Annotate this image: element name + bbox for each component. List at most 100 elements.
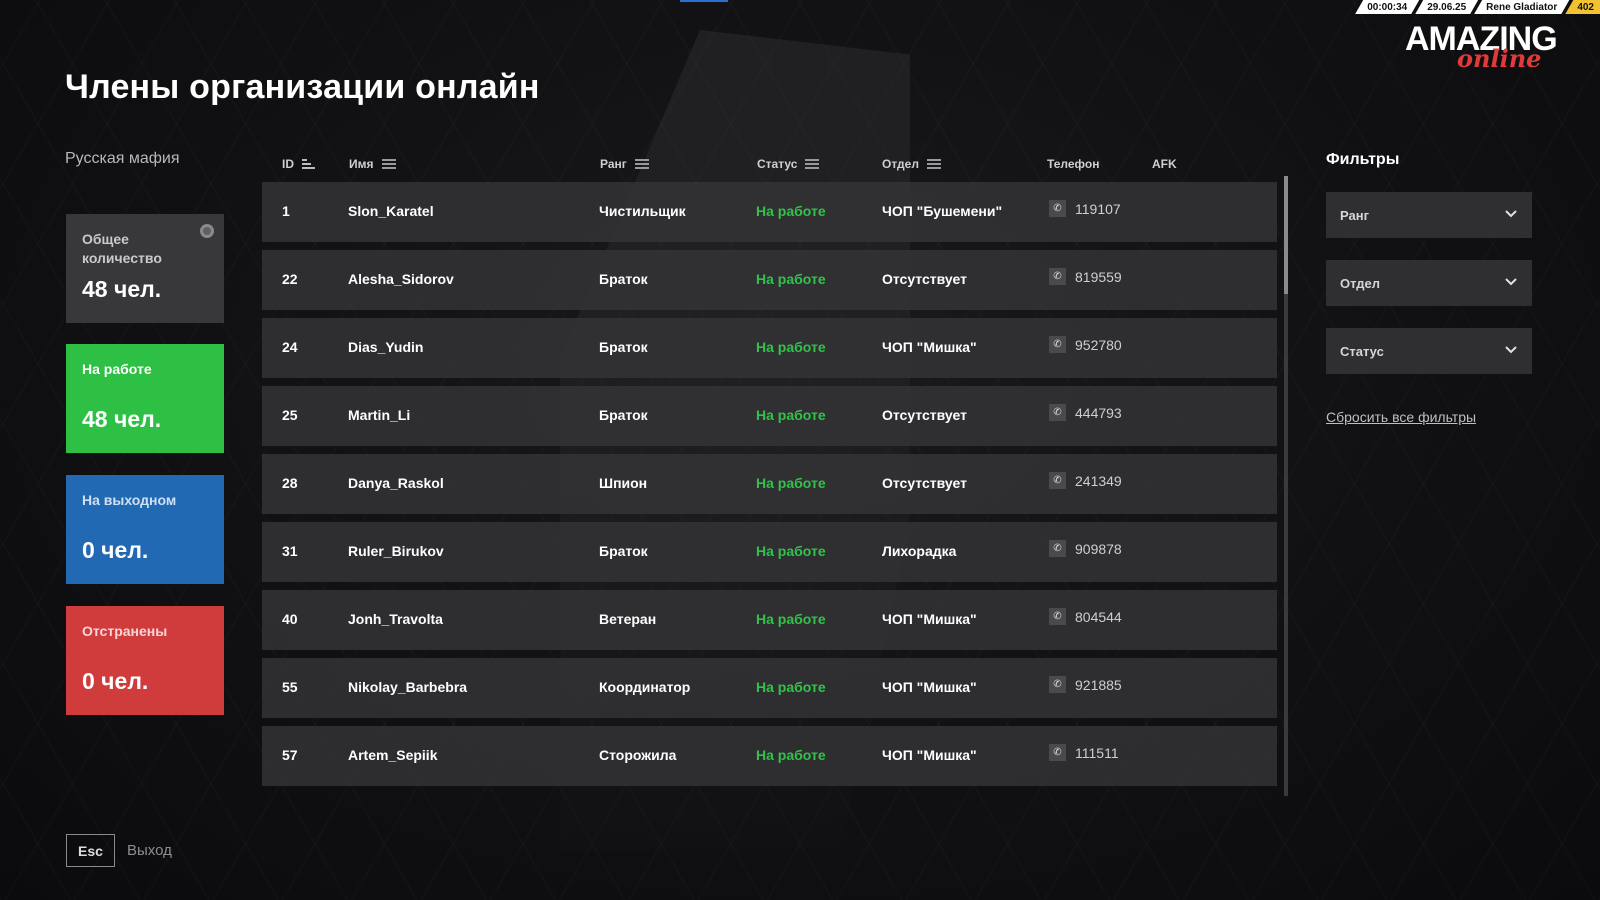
- table-row[interactable]: 24 Dias_Yudin Браток На работе ЧОП "Мишк…: [262, 318, 1277, 378]
- exit-label[interactable]: Выход: [127, 842, 172, 859]
- column-header-dept[interactable]: Отдел: [882, 157, 941, 171]
- column-afk-label: AFK: [1152, 157, 1177, 171]
- member-rank: Браток: [599, 339, 648, 355]
- member-status: На работе: [756, 747, 826, 763]
- member-phone: ✆ 909878: [1049, 540, 1122, 557]
- phone-number: 241349: [1075, 472, 1122, 489]
- member-dept: ЧОП "Мишка": [882, 339, 977, 355]
- member-dept: ЧОП "Мишка": [882, 679, 977, 695]
- stat-card-suspended[interactable]: Отстранены 0 чел.: [66, 606, 224, 715]
- member-name: Jonh_Travolta: [348, 611, 443, 627]
- member-phone: ✆ 819559: [1049, 268, 1122, 285]
- column-header-status[interactable]: Статус: [757, 157, 820, 171]
- logo-sub-text: online: [1457, 44, 1542, 73]
- member-name: Nikolay_Barbebra: [348, 679, 468, 695]
- member-name: Martin_Li: [348, 407, 411, 423]
- member-phone: ✆ 241349: [1049, 472, 1122, 489]
- chevron-down-icon: [1505, 278, 1517, 286]
- member-status: На работе: [756, 407, 826, 423]
- member-name: Dias_Yudin: [348, 339, 424, 355]
- column-dept-label: Отдел: [882, 157, 919, 171]
- reset-filters-link[interactable]: Сбросить все фильтры: [1326, 409, 1476, 425]
- member-id: 55: [282, 679, 298, 695]
- filter-rank-select[interactable]: Ранг: [1326, 192, 1532, 238]
- esc-button[interactable]: Esc: [66, 834, 115, 867]
- member-name: Danya_Raskol: [348, 475, 444, 491]
- table-row[interactable]: 40 Jonh_Travolta Ветеран На работе ЧОП "…: [262, 590, 1277, 650]
- table-row[interactable]: 57 Artem_Sepiik Сторожила На работе ЧОП …: [262, 726, 1277, 786]
- page-title: Члены организации онлайн: [65, 68, 540, 106]
- stat-card-at-work[interactable]: На работе 48 чел.: [66, 344, 224, 453]
- table-row[interactable]: 31 Ruler_Birukov Браток На работе Лихора…: [262, 522, 1277, 582]
- phone-icon[interactable]: ✆: [1049, 608, 1066, 625]
- column-id-label: ID: [282, 157, 294, 171]
- column-header-afk: AFK: [1152, 157, 1177, 171]
- chevron-down-icon: [1505, 210, 1517, 218]
- member-dept: Лихорадка: [882, 543, 957, 559]
- member-id: 28: [282, 475, 298, 491]
- stat-at-work-value: 48 чел.: [82, 406, 162, 432]
- member-dept: ЧОП "Мишка": [882, 611, 977, 627]
- column-rank-label: Ранг: [600, 157, 627, 171]
- member-dept: Отсутствует: [882, 271, 967, 287]
- phone-icon[interactable]: ✆: [1049, 744, 1066, 761]
- column-menu-icon[interactable]: [381, 159, 396, 169]
- column-header-name[interactable]: Имя: [349, 157, 396, 171]
- phone-icon[interactable]: ✆: [1049, 676, 1066, 693]
- member-status: На работе: [756, 611, 826, 627]
- member-rank: Браток: [599, 543, 648, 559]
- member-phone: ✆ 444793: [1049, 404, 1122, 421]
- stat-card-day-off[interactable]: На выходном 0 чел.: [66, 475, 224, 584]
- phone-icon[interactable]: ✆: [1049, 472, 1066, 489]
- table-row[interactable]: 55 Nikolay_Barbebra Координатор На работ…: [262, 658, 1277, 718]
- organization-name: Русская мафия: [65, 150, 180, 167]
- stat-day-off-value: 0 чел.: [82, 537, 149, 563]
- amazing-online-logo: AMAZING online: [1405, 20, 1585, 73]
- hud-level: 402: [1565, 0, 1600, 14]
- phone-icon[interactable]: ✆: [1049, 404, 1066, 421]
- member-name: Slon_Karatel: [348, 203, 434, 219]
- phone-icon[interactable]: ✆: [1049, 268, 1066, 285]
- phone-icon[interactable]: ✆: [1049, 336, 1066, 353]
- column-menu-icon[interactable]: [805, 159, 820, 169]
- stat-at-work-label: На работе: [82, 361, 152, 377]
- member-status: На работе: [756, 475, 826, 491]
- table-row[interactable]: 1 Slon_Karatel Чистильщик На работе ЧОП …: [262, 182, 1277, 242]
- table-row[interactable]: 25 Martin_Li Браток На работе Отсутствуе…: [262, 386, 1277, 446]
- member-id: 31: [282, 543, 298, 559]
- stat-suspended-label: Отстранены: [82, 623, 168, 639]
- hud-time: 00:00:34: [1355, 0, 1419, 14]
- column-header-rank[interactable]: Ранг: [600, 157, 649, 171]
- phone-icon[interactable]: ✆: [1049, 540, 1066, 557]
- member-phone: ✆ 952780: [1049, 336, 1122, 353]
- member-rank: Шпион: [599, 475, 648, 491]
- hud-player-name: Rene Gladiator: [1474, 0, 1569, 14]
- table-scrollbar[interactable]: [1284, 176, 1288, 796]
- member-rank: Ветеран: [599, 611, 657, 627]
- phone-number: 111511: [1075, 744, 1119, 761]
- sort-ascending-icon[interactable]: [302, 159, 315, 169]
- phone-icon[interactable]: ✆: [1049, 200, 1066, 217]
- column-menu-icon[interactable]: [634, 159, 649, 169]
- table-row[interactable]: 28 Danya_Raskol Шпион На работе Отсутств…: [262, 454, 1277, 514]
- column-menu-icon[interactable]: [926, 159, 941, 169]
- member-status: На работе: [756, 271, 826, 287]
- member-id: 40: [282, 611, 298, 627]
- member-rank: Чистильщик: [599, 203, 686, 219]
- column-header-id[interactable]: ID: [282, 157, 315, 171]
- column-name-label: Имя: [349, 157, 374, 171]
- member-id: 22: [282, 271, 298, 287]
- filter-dept-label: Отдел: [1340, 275, 1381, 291]
- member-status: На работе: [756, 679, 826, 695]
- member-dept: Отсутствует: [882, 475, 967, 491]
- filter-status-label: Статус: [1340, 343, 1384, 359]
- phone-number: 819559: [1075, 268, 1122, 285]
- table-row[interactable]: 22 Alesha_Sidorov Браток На работе Отсут…: [262, 250, 1277, 310]
- member-phone: ✆ 921885: [1049, 676, 1122, 693]
- scrollbar-thumb[interactable]: [1284, 176, 1288, 294]
- stat-total-value: 48 чел.: [82, 276, 162, 302]
- filter-dept-select[interactable]: Отдел: [1326, 260, 1532, 306]
- filter-status-select[interactable]: Статус: [1326, 328, 1532, 374]
- stat-day-off-label: На выходном: [82, 492, 177, 508]
- indicator-dot-icon: [200, 224, 214, 238]
